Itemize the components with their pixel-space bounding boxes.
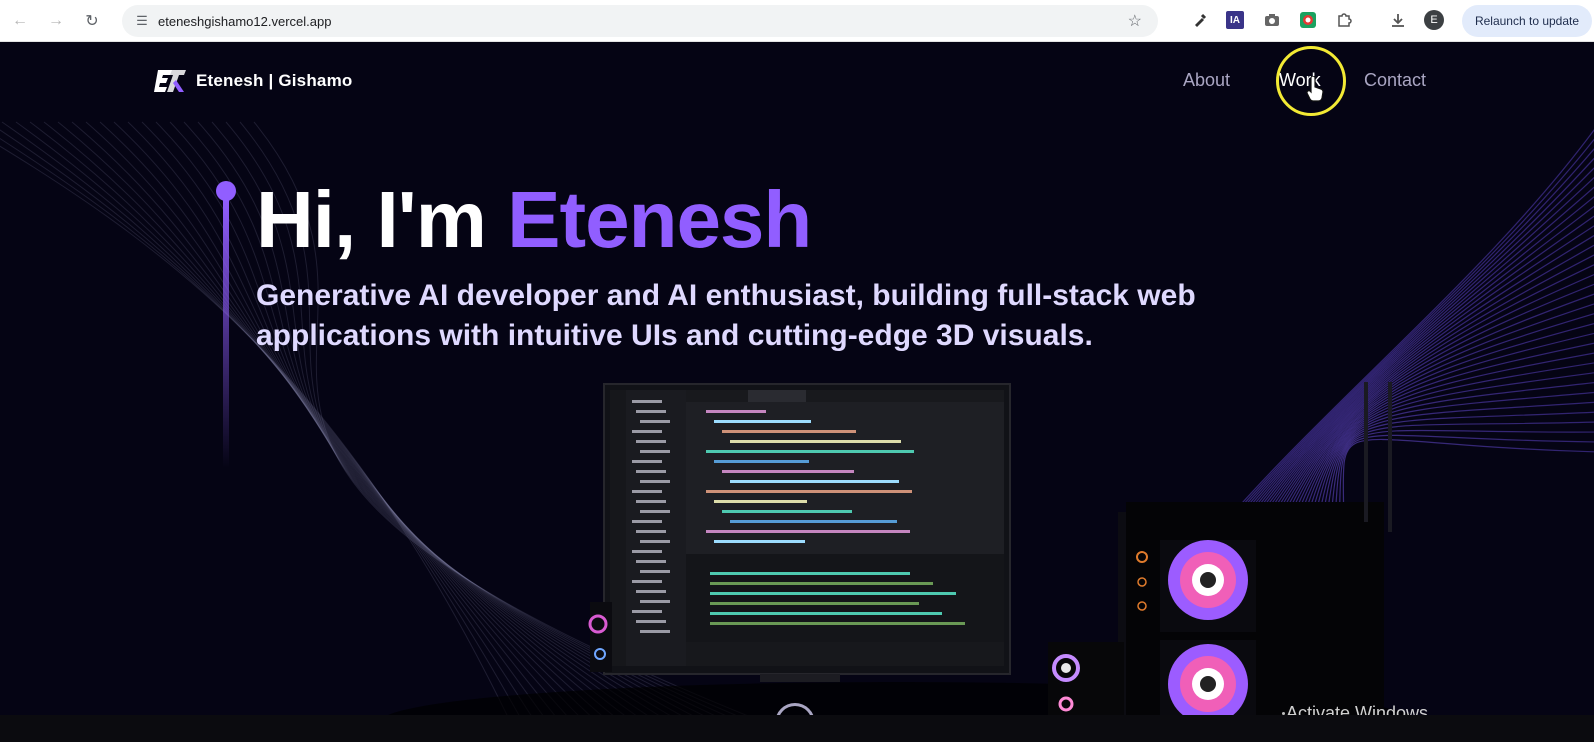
code-line — [722, 430, 856, 433]
monitor-model — [603, 383, 1011, 682]
download-icon[interactable] — [1388, 10, 1408, 30]
explorer-file-line — [640, 630, 670, 633]
code-line — [714, 460, 809, 463]
explorer-file-line — [632, 580, 662, 583]
terminal-line — [710, 592, 956, 595]
explorer-file-line — [632, 460, 662, 463]
url-text: eteneshgishamo12.vercel.app — [158, 13, 332, 29]
record-extension-icon[interactable] — [1298, 10, 1318, 30]
code-line — [722, 470, 854, 473]
code-line — [714, 540, 805, 543]
explorer-file-line — [636, 410, 666, 413]
browser-toolbar: ← → ↻ ☰ eteneshgishamo12.vercel.app ☆ IA… — [0, 0, 1594, 42]
code-line — [706, 410, 766, 413]
taskbar-strip — [0, 715, 1594, 742]
explorer-file-line — [636, 560, 666, 563]
back-icon[interactable]: ← — [2, 0, 38, 42]
code-line — [706, 530, 910, 533]
reload-icon[interactable]: ↻ — [74, 0, 110, 42]
ia-extension-icon[interactable]: IA — [1226, 11, 1244, 29]
explorer-file-line — [636, 470, 666, 473]
explorer-file-line — [632, 610, 662, 613]
explorer-file-line — [640, 570, 670, 573]
explorer-file-line — [640, 450, 670, 453]
terminal-line — [710, 572, 910, 575]
code-line — [730, 520, 897, 523]
camera-icon[interactable] — [1262, 10, 1282, 30]
explorer-file-line — [632, 550, 662, 553]
extensions-puzzle-icon[interactable] — [1334, 10, 1354, 30]
code-line — [706, 490, 912, 493]
explorer-file-line — [640, 600, 670, 603]
code-line — [706, 450, 914, 453]
explorer-file-line — [632, 400, 662, 403]
explorer-file-line — [632, 490, 662, 493]
profile-avatar-icon[interactable]: E — [1424, 10, 1444, 30]
explorer-file-line — [632, 430, 662, 433]
explorer-file-line — [640, 510, 670, 513]
code-line — [730, 480, 899, 483]
code-line — [714, 420, 811, 423]
explorer-file-line — [636, 500, 666, 503]
code-line — [722, 510, 852, 513]
terminal-line — [710, 602, 919, 605]
explorer-file-line — [640, 480, 670, 483]
address-bar[interactable]: ☰ eteneshgishamo12.vercel.app ☆ — [122, 5, 1158, 37]
3d-computer-scene[interactable] — [0, 42, 1594, 742]
eyedropper-icon[interactable] — [1190, 10, 1210, 30]
relaunch-button[interactable]: Relaunch to update — [1462, 5, 1592, 37]
explorer-file-line — [636, 530, 666, 533]
explorer-file-line — [636, 620, 666, 623]
explorer-file-line — [640, 420, 670, 423]
explorer-file-line — [636, 440, 666, 443]
bookmark-star-icon[interactable]: ☆ — [1128, 11, 1142, 31]
explorer-file-line — [636, 590, 666, 593]
portfolio-page: Etenesh | Gishamo About Work Contact Hi,… — [0, 42, 1594, 742]
forward-icon[interactable]: → — [38, 0, 74, 42]
code-line — [730, 440, 901, 443]
terminal-line — [710, 612, 942, 615]
code-line — [714, 500, 807, 503]
terminal-line — [710, 622, 965, 625]
speaker-left-model — [588, 602, 612, 672]
terminal-line — [710, 582, 933, 585]
site-settings-icon[interactable]: ☰ — [128, 13, 156, 29]
explorer-file-line — [632, 520, 662, 523]
pc-tower-model — [1118, 382, 1392, 742]
explorer-file-line — [640, 540, 670, 543]
